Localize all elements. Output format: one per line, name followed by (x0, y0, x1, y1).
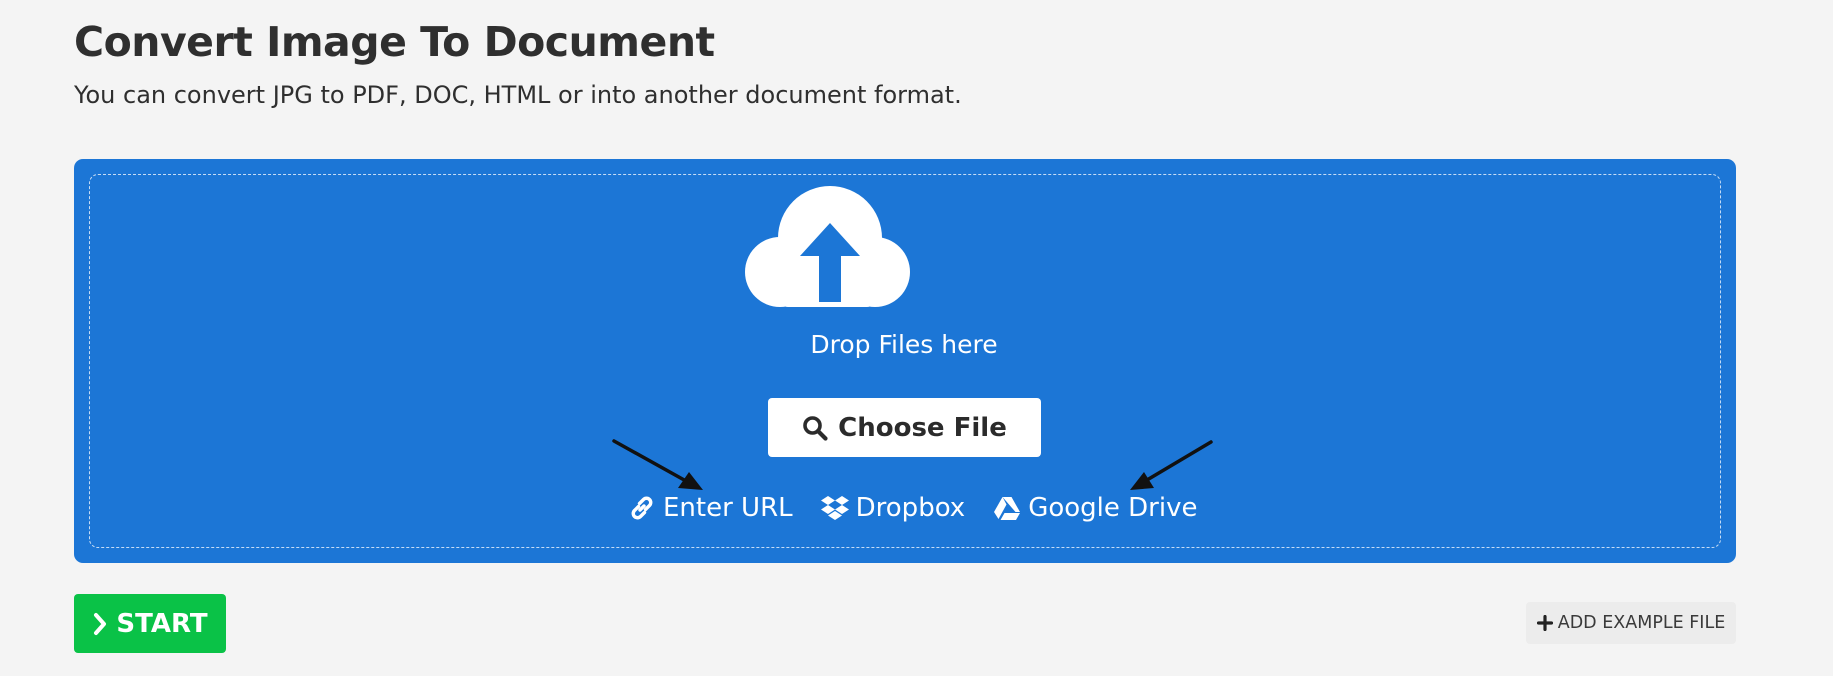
enter-url-label: Enter URL (663, 493, 793, 523)
add-example-file-label: ADD EXAMPLE FILE (1557, 613, 1726, 633)
dropbox-label: Dropbox (855, 493, 966, 523)
start-button[interactable]: START (74, 594, 226, 653)
search-icon (803, 415, 828, 441)
converter-page: Convert Image To Document You can conver… (0, 0, 1833, 676)
enter-url-link[interactable]: Enter URL (628, 493, 793, 523)
choose-file-button[interactable]: Choose File (768, 398, 1041, 457)
google-drive-label: Google Drive (1028, 493, 1198, 523)
link-icon (631, 496, 653, 520)
upload-source-links: Enter URL Dropbox Google Drive (628, 488, 1197, 528)
chevron-right-icon (94, 612, 107, 635)
page-subtitle: You can convert JPG to PDF, DOC, HTML or… (74, 81, 962, 109)
page-title: Convert Image To Document (74, 18, 715, 66)
choose-file-label: Choose File (838, 412, 1007, 443)
dropbox-icon (820, 496, 849, 520)
start-label: START (116, 608, 208, 639)
dropbox-link[interactable]: Dropbox (820, 493, 966, 523)
google-drive-link[interactable]: Google Drive (993, 493, 1197, 523)
add-example-file-button[interactable]: ADD EXAMPLE FILE (1526, 602, 1736, 644)
cloud-upload-icon (745, 186, 910, 307)
google-drive-icon (994, 496, 1021, 520)
drop-files-text: Drop Files here (810, 330, 998, 359)
plus-icon (1536, 615, 1553, 631)
